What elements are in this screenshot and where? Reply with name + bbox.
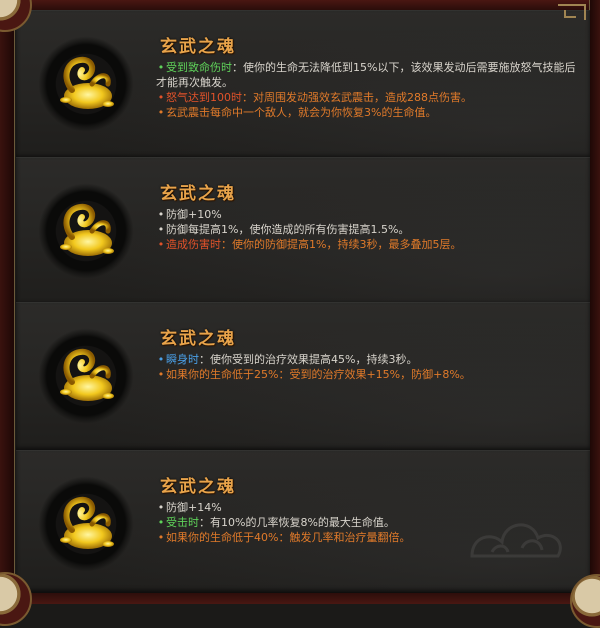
golden-turtle-icon bbox=[60, 56, 114, 109]
description-segment: ：使你的防御提高1%，持续3秒，最多叠加5层。 bbox=[221, 238, 462, 251]
bullet: • bbox=[157, 501, 165, 514]
skill-card: 玄武之魂 • 瞬身时：使你受到的治疗效果提高45%，持续3秒。 • 如果你的生命低于2… bbox=[16, 302, 590, 451]
frame-right-border bbox=[589, 0, 600, 604]
description-line: • 防御每提高1%，使你造成的所有伤害提高1.5%。 bbox=[156, 222, 576, 237]
golden-turtle-icon bbox=[60, 496, 114, 549]
golden-turtle-icon bbox=[60, 203, 114, 256]
bullet: • bbox=[157, 61, 165, 74]
bullet: • bbox=[157, 223, 165, 236]
description-segment: 玄武震击每命中一个敌人，就会为你恢复3%的生命值。 bbox=[166, 106, 437, 119]
description-segment: 防御+10% bbox=[166, 208, 222, 221]
description-segment: 防御每提高1%，使你造成的所有伤害提高1.5%。 bbox=[166, 223, 410, 236]
description-line: • 瞬身时：使你受到的治疗效果提高45%，持续3秒。 bbox=[156, 352, 576, 367]
description-line: • 怒气达到100时：对周围发动强效玄武震击，造成288点伤害。 bbox=[156, 90, 576, 105]
description-segment: 受到致命伤时 bbox=[166, 61, 232, 74]
skill-card: 玄武之魂 • 防御+14% • 受击时：有10%的几率恢复8%的最大生命值。 • 如果你的… bbox=[16, 450, 590, 593]
description-line: • 受到致命伤时：使你的生命无法降低到15%以下，该效果发动后需要施放怒气技能后才… bbox=[156, 60, 576, 90]
description-segment: 如果你的生命低于25%：受到的治疗效果+15%，防御+8%。 bbox=[166, 368, 471, 381]
bullet: • bbox=[157, 91, 165, 104]
frame-left-border bbox=[0, 0, 15, 604]
skill-icon-slot[interactable] bbox=[38, 36, 134, 132]
description-line: • 防御+10% bbox=[156, 207, 576, 222]
skill-card: 玄武之魂 • 防御+10% • 防御每提高1%，使你造成的所有伤害提高1.5%。 • 造成… bbox=[16, 157, 590, 306]
skill-card: 玄武之魂 • 受到致命伤时：使你的生命无法降低到15%以下，该效果发动后需要施放怒… bbox=[16, 10, 590, 159]
description-line: • 玄武震击每命中一个敌人，就会为你恢复3%的生命值。 bbox=[156, 105, 576, 120]
description-segment: 如果你的生命低于40%：触发几率和治疗量翻倍。 bbox=[166, 531, 411, 544]
skill-title: 玄武之魂 bbox=[160, 37, 236, 57]
skill-icon-slot[interactable] bbox=[38, 328, 134, 424]
description-line: • 造成伤害时：使你的防御提高1%，持续3秒，最多叠加5层。 bbox=[156, 237, 576, 252]
bullet: • bbox=[157, 516, 165, 529]
skill-description: • 瞬身时：使你受到的治疗效果提高45%，持续3秒。 • 如果你的生命低于25%：受到… bbox=[156, 352, 576, 382]
skill-description: • 防御+10% • 防御每提高1%，使你造成的所有伤害提高1.5%。 • 造成伤害时：使… bbox=[156, 207, 576, 252]
description-segment: ：使你受到的治疗效果提高45%，持续3秒。 bbox=[199, 353, 418, 366]
skill-icon-slot[interactable] bbox=[38, 183, 134, 279]
description-segment: 瞬身时 bbox=[166, 353, 199, 366]
meander-ornament bbox=[558, 4, 586, 20]
description-segment: ：对周围发动强效玄武震击，造成288点伤害。 bbox=[242, 91, 472, 104]
bullet: • bbox=[157, 208, 165, 221]
bullet: • bbox=[157, 368, 165, 381]
golden-turtle-icon bbox=[60, 348, 114, 401]
description-segment: 造成伤害时 bbox=[166, 238, 221, 251]
bullet: • bbox=[157, 531, 165, 544]
skill-icon-slot[interactable] bbox=[38, 476, 134, 572]
bullet: • bbox=[157, 353, 165, 366]
skill-description: • 受到致命伤时：使你的生命无法降低到15%以下，该效果发动后需要施放怒气技能后才… bbox=[156, 60, 576, 120]
skill-title: 玄武之魂 bbox=[160, 184, 236, 204]
description-segment: 怒气达到100时 bbox=[166, 91, 242, 104]
bullet: • bbox=[157, 238, 165, 251]
description-segment: 防御+14% bbox=[166, 501, 222, 514]
cloud-pattern-decoration bbox=[470, 523, 562, 558]
skill-title: 玄武之魂 bbox=[160, 477, 236, 497]
description-line: • 如果你的生命低于25%：受到的治疗效果+15%，防御+8%。 bbox=[156, 367, 576, 382]
skill-title: 玄武之魂 bbox=[160, 329, 236, 349]
description-segment: ：有10%的几率恢复8%的最大生命值。 bbox=[199, 516, 395, 529]
description-segment: 受击时 bbox=[166, 516, 199, 529]
bullet: • bbox=[157, 106, 165, 119]
